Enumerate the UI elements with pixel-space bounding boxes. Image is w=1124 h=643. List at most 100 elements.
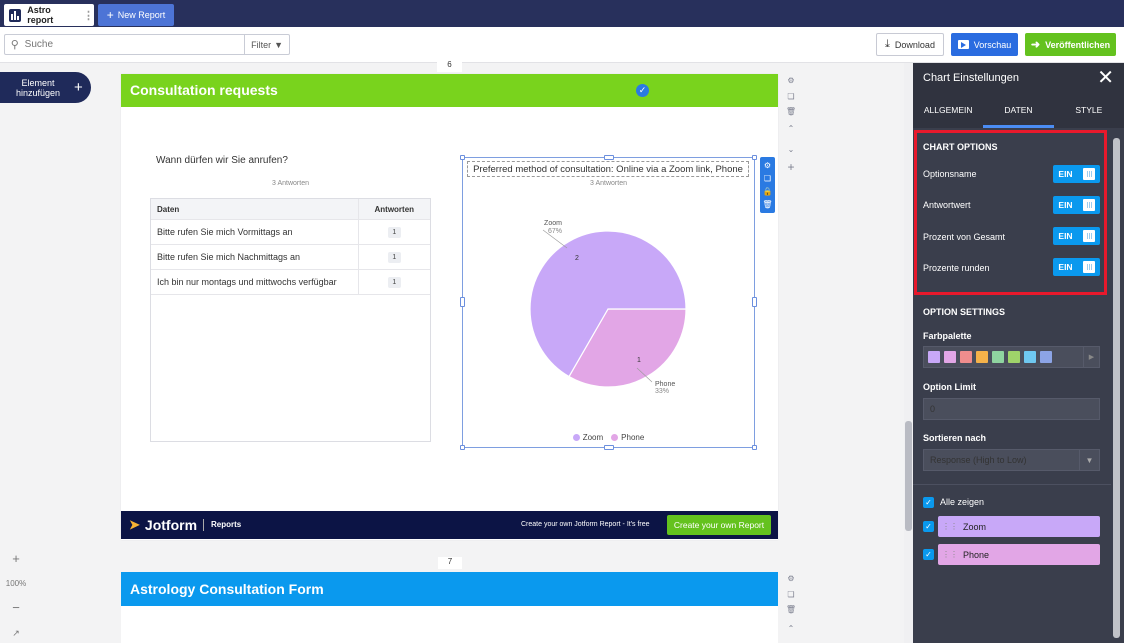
panel-scrollbar[interactable] [1111, 130, 1122, 643]
section-title: Consultation requests [130, 82, 278, 98]
legend-item-zoom[interactable]: Zoom [572, 433, 603, 442]
new-report-button[interactable]: + New Report [98, 4, 174, 26]
table-row: Bitte rufen Sie mich Nachmittags an 1 [151, 245, 430, 270]
tab-daten[interactable]: DATEN [983, 94, 1054, 128]
zoom-in-icon[interactable]: + [12, 551, 20, 566]
chart-legend: Zoom Phone [462, 433, 755, 442]
page-number: 7 [438, 557, 462, 569]
download-label: Download [894, 39, 935, 50]
preview-button[interactable]: Vorschau [951, 33, 1018, 56]
resize-handle[interactable] [604, 155, 614, 160]
column-header: Daten [157, 204, 180, 214]
trash-icon[interactable]: 🗑 [786, 605, 796, 614]
filter-button[interactable]: Filter ▼ [244, 35, 289, 54]
trash-icon[interactable]: 🗑 [786, 107, 796, 116]
option-item-zoom[interactable]: ⋮⋮ Zoom [938, 516, 1100, 537]
column-header: Antworten [357, 199, 430, 219]
zoom-out-icon[interactable]: − [12, 600, 20, 615]
section-header[interactable]: Astrology Consultation Form [121, 572, 778, 606]
drag-handle-icon[interactable]: ⋮⋮ [942, 550, 958, 559]
main-scrollbar[interactable] [904, 63, 913, 643]
palette-swatch [944, 351, 956, 363]
search-box: ⚲ Filter ▼ [4, 34, 290, 55]
panel-header: Chart Einstellungen ✕ [913, 63, 1124, 94]
lock-icon[interactable]: 🔒 [763, 187, 773, 196]
chart-tools: ⚙ ❏ 🔒 🗑 [760, 157, 775, 213]
show-all-checkbox[interactable]: ✓ [923, 497, 934, 508]
settings-icon[interactable]: ⚙ [787, 574, 794, 583]
page-number: 6 [437, 60, 462, 72]
slice-pct-zoom: 67% [548, 228, 562, 235]
palette-label: Farbpalette [923, 331, 972, 341]
plus-icon: + [74, 79, 83, 96]
download-button[interactable]: ⤓ Download [876, 33, 944, 56]
zoom-level: 100% [5, 578, 27, 588]
close-icon[interactable]: ✕ [1097, 67, 1114, 89]
copy-icon[interactable]: ❏ [787, 590, 794, 599]
resize-handle[interactable] [460, 445, 465, 450]
chevron-down-icon: ▼ [1079, 450, 1099, 470]
fullscreen-icon[interactable]: ↗ [12, 628, 20, 639]
add-element-button[interactable]: Element hinzufügen + [0, 72, 91, 103]
chevron-up-icon[interactable]: ⌃ [788, 624, 795, 633]
palette-swatch [992, 351, 1004, 363]
option-label: Optionsname [923, 169, 977, 179]
new-report-label: New Report [117, 10, 166, 20]
jotform-logo: ➤ Jotform [129, 517, 198, 533]
toggle-prozent-von-gesamt[interactable]: EIN [1053, 227, 1100, 245]
search-input[interactable] [20, 39, 245, 50]
section-header[interactable]: Consultation requests [121, 74, 778, 107]
option-checkbox-zoom[interactable]: ✓ [923, 521, 934, 532]
more-options-icon[interactable]: ⋮ [83, 9, 94, 22]
section-title: Astrology Consultation Form [130, 581, 324, 597]
settings-icon[interactable]: ⚙ [787, 76, 794, 85]
answer-count: 3 Antworten [272, 180, 309, 187]
row-label: Bitte rufen Sie mich Vormittags an [157, 227, 293, 237]
publish-button[interactable]: ➜ Veröffentlichen [1025, 33, 1116, 56]
resize-handle[interactable] [752, 155, 757, 160]
legend-item-phone[interactable]: Phone [611, 433, 644, 442]
chevron-up-icon[interactable]: ⌃ [788, 124, 795, 133]
chart-options-title: CHART OPTIONS [923, 142, 998, 152]
toggle-optionsname[interactable]: EIN [1053, 165, 1100, 183]
settings-icon[interactable]: ⚙ [764, 161, 771, 170]
option-limit-input[interactable]: 0 [923, 398, 1100, 420]
answers-table[interactable]: Daten Antworten Bitte rufen Sie mich Vor… [150, 198, 431, 442]
row-label: Bitte rufen Sie mich Nachmittags an [157, 252, 301, 262]
copy-icon[interactable]: ❏ [764, 174, 771, 183]
add-tool: + [784, 160, 798, 174]
option-label: Zoom [963, 521, 987, 532]
chevron-down-icon[interactable]: ⌄ [788, 145, 795, 154]
row-count: 1 [387, 251, 401, 263]
resize-handle[interactable] [604, 445, 614, 450]
toggle-antwortwert[interactable]: EIN [1053, 196, 1100, 214]
toggle-prozente-runden[interactable]: EIN [1053, 258, 1100, 276]
resize-handle[interactable] [460, 155, 465, 160]
report-icon [9, 8, 22, 22]
option-checkbox-phone[interactable]: ✓ [923, 549, 934, 560]
preview-label: Vorschau [973, 39, 1012, 50]
drag-handle-icon[interactable]: ⋮⋮ [942, 522, 958, 531]
table-row: Bitte rufen Sie mich Vormittags an 1 [151, 220, 430, 245]
question-text: Wann dürfen wir Sie anrufen? [156, 155, 288, 166]
copy-icon[interactable]: ❏ [787, 92, 794, 101]
plus-icon[interactable]: + [787, 160, 794, 174]
tab-astro-report[interactable]: Astro report ⋮ [4, 4, 94, 26]
create-report-button[interactable]: Create your own Report [667, 515, 771, 535]
sort-select[interactable]: Response (High to Low) ▼ [923, 449, 1100, 471]
slice-value-zoom: 2 [575, 255, 579, 262]
option-settings-title: OPTION SETTINGS [923, 307, 1006, 317]
chart-title[interactable]: Preferred method of consultation: Online… [467, 161, 749, 177]
resize-handle[interactable] [752, 445, 757, 450]
tab-style[interactable]: STYLE [1054, 94, 1124, 128]
option-item-phone[interactable]: ⋮⋮ Phone [938, 544, 1100, 565]
slice-label-zoom: Zoom [544, 220, 562, 227]
filter-icon: ▼ [274, 39, 283, 50]
caret-right-icon: ▶ [1083, 347, 1099, 367]
color-palette-select[interactable]: ▶ [923, 346, 1100, 368]
add-element-label: Element hinzufügen [15, 77, 61, 98]
trash-icon[interactable]: 🗑 [762, 200, 772, 209]
tab-allgemein[interactable]: ALLGEMEIN [913, 94, 983, 128]
jotform-footer: ➤ Jotform Reports Create your own Jotform… [121, 511, 778, 539]
option-label: Phone [963, 549, 990, 560]
